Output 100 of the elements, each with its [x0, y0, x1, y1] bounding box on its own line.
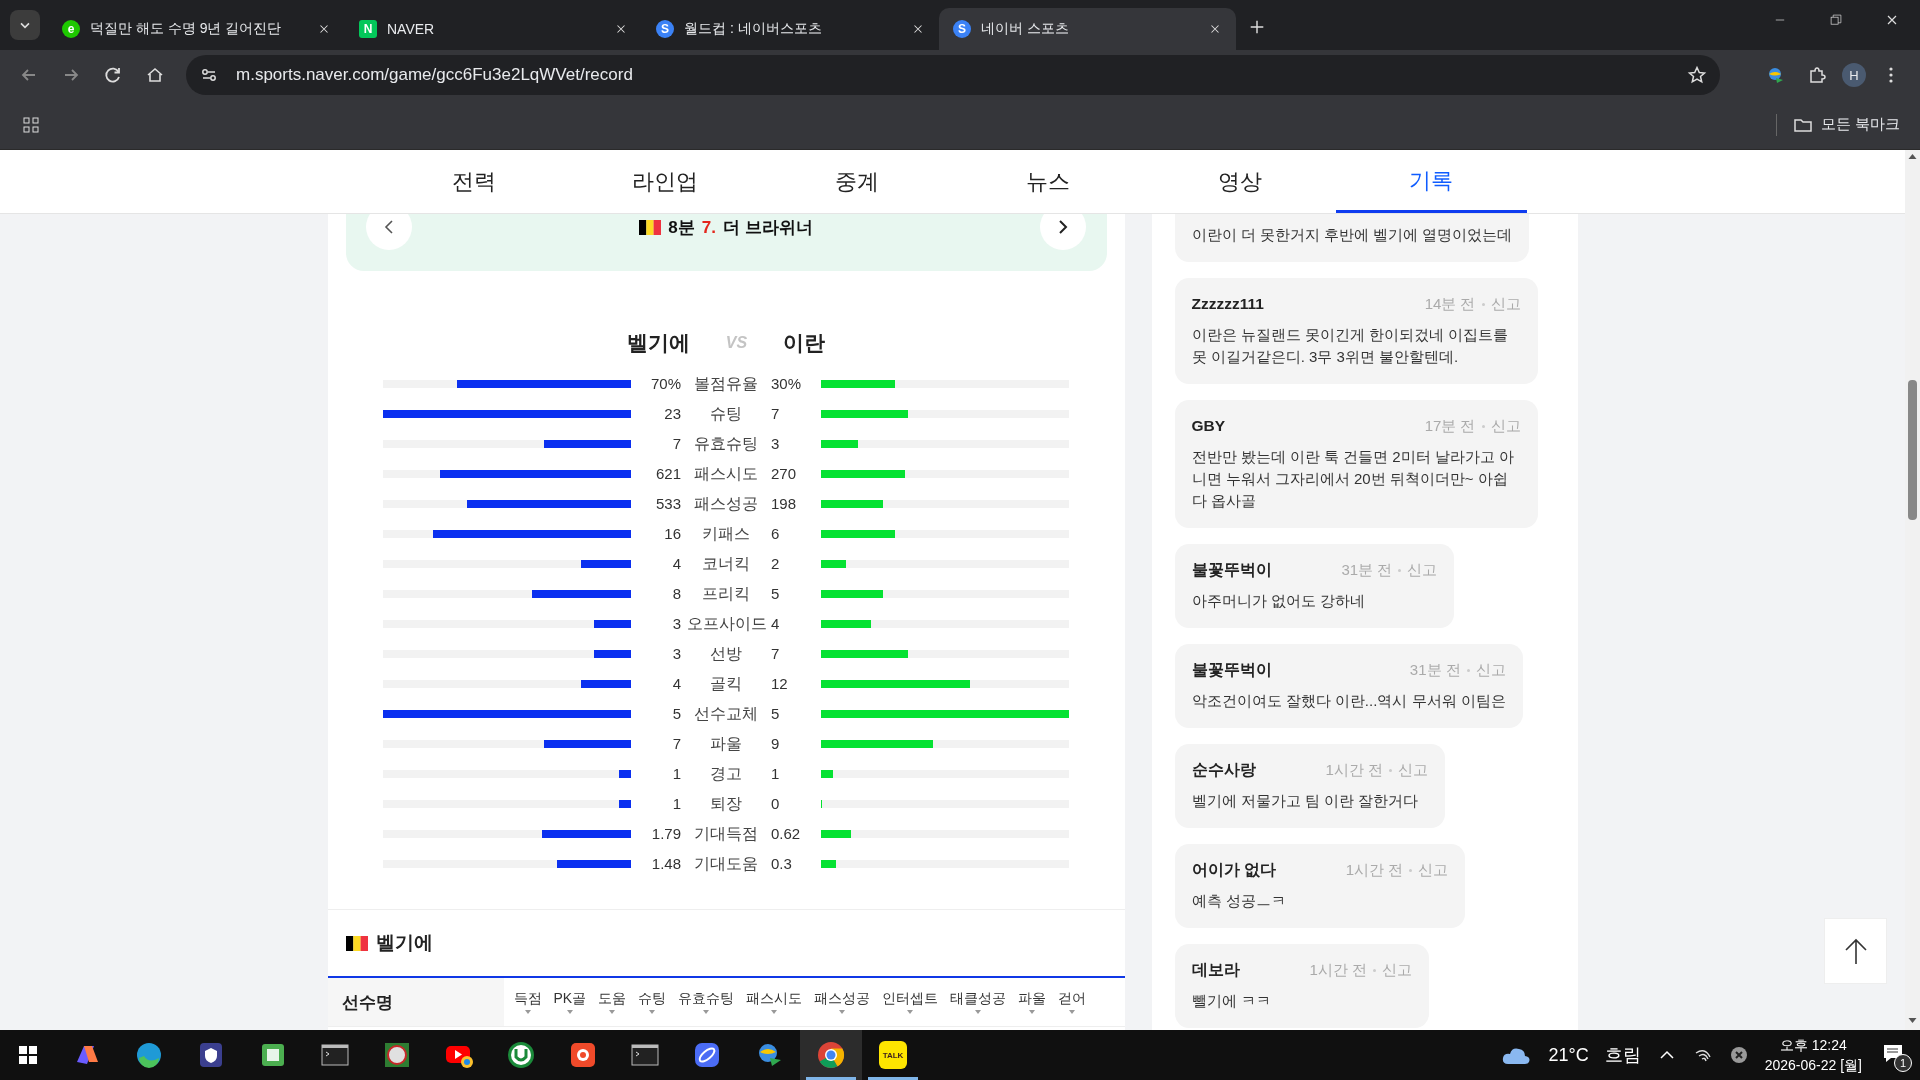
favicon: N: [359, 20, 377, 38]
stat-label: 선방: [709, 644, 743, 664]
home-value: 23: [663, 404, 681, 424]
taskbar-app[interactable]: TALK: [862, 1030, 924, 1080]
clock-date: 2026-06-22 [월]: [1764, 1056, 1862, 1075]
player-name: 더 브라위너: [722, 217, 813, 239]
comment-time: 14분 전: [1424, 294, 1476, 314]
chat-icon: TALK: [879, 1041, 907, 1069]
clock-time: 오후 12:24: [1779, 1036, 1847, 1055]
stat-label: 선수교체: [693, 704, 759, 724]
caret-icon[interactable]: [975, 1010, 982, 1014]
caret-icon[interactable]: [1069, 1010, 1076, 1014]
browser-tab[interactable]: N NAVER: [345, 8, 642, 50]
browser-tab[interactable]: S 네이버 스포츠: [939, 8, 1236, 50]
home-value: 621: [654, 464, 681, 484]
tab-search-button[interactable]: [10, 10, 40, 40]
comment-author: 어이가 없다: [1191, 859, 1276, 880]
home-value: 1: [671, 764, 681, 784]
team-name: 벨기에: [375, 931, 433, 955]
away-value: 2: [771, 554, 781, 574]
nav-tab[interactable]: 중계: [760, 150, 953, 213]
stat-label: 볼점유율: [693, 374, 759, 394]
away-value: 0.62: [771, 824, 802, 844]
browser-icon: [134, 1040, 164, 1070]
versus-label: VS: [725, 334, 748, 352]
caret-icon[interactable]: [524, 1010, 531, 1014]
scroll-to-top-button[interactable]: [1824, 918, 1887, 984]
sort-column-header[interactable]: 걷어: [1058, 990, 1087, 1008]
weather-text: 21°C: [1548, 1044, 1589, 1066]
caret-icon[interactable]: [907, 1010, 914, 1014]
away-value: 6: [771, 524, 781, 544]
comment-time: 1시간 전: [1345, 860, 1404, 880]
sort-column-header[interactable]: 패스시도: [746, 990, 803, 1008]
address-bar[interactable]: m.sports.naver.com/game/gcc6Fu3e2LqWVet/record: [186, 55, 1720, 95]
comment-text: 예측 성공ㅡㅋ: [1191, 891, 1287, 911]
sort-column-header[interactable]: 슈팅: [638, 990, 667, 1008]
browser-tab[interactable]: e 덕질만 해도 수명 9년 길어진단: [48, 8, 345, 50]
windows-icon: [18, 1045, 38, 1065]
home-value: 1: [671, 794, 681, 814]
flag-icon: [345, 935, 368, 951]
caret-icon[interactable]: [1029, 1010, 1036, 1014]
nav-tab[interactable]: 뉴스: [952, 150, 1145, 213]
away-value: 0: [771, 794, 781, 814]
sort-column-header[interactable]: 득점: [513, 990, 542, 1008]
sort-column-header[interactable]: 유효슈팅: [678, 990, 735, 1008]
sort-column-header[interactable]: 파울: [1018, 990, 1047, 1008]
star-icon: [1687, 65, 1707, 85]
comment-text: 뺄기에 ㅋㅋ: [1191, 991, 1272, 1011]
comment-author: Zzzzzz111: [1191, 295, 1264, 313]
caret-icon[interactable]: [839, 1010, 846, 1014]
caret-icon[interactable]: [609, 1010, 616, 1014]
scrollbar[interactable]: [1905, 150, 1920, 1030]
sort-column-header[interactable]: 도움: [598, 990, 627, 1008]
sort-column-header[interactable]: 패스성공: [814, 990, 871, 1008]
caret-icon[interactable]: [566, 1010, 573, 1014]
more-icon: [1889, 67, 1893, 83]
away-value: 9: [771, 734, 781, 754]
stat-label: 기대도움: [693, 854, 759, 874]
comment-author: 데보라: [1191, 959, 1240, 980]
comment-author: GBY: [1191, 417, 1226, 435]
away-value: 7: [771, 644, 781, 664]
stat-label: 코너킥: [701, 554, 751, 574]
nav-tab[interactable]: 전력: [377, 150, 570, 213]
away-value: 270: [771, 464, 798, 484]
stat-label: 파울: [709, 734, 743, 754]
browser-tab[interactable]: S 월드컵 : 네이버스포츠: [642, 8, 939, 50]
comment-text: 이란은 뉴질랜드 못이긴게 한이되겄네 이집트를 못 이길거같은디. 3무 3위면 불안할텐데.: [1191, 325, 1510, 367]
grid-icon: [21, 114, 41, 135]
caret-icon[interactable]: [649, 1010, 656, 1014]
event-minute: 8분: [668, 217, 695, 239]
comment-time: 17분 전: [1424, 416, 1476, 436]
reload-icon: [103, 65, 123, 85]
sort-column-header[interactable]: PK골: [553, 990, 587, 1008]
comment-author: 순수사랑: [1191, 759, 1256, 780]
caret-icon[interactable]: [703, 1010, 710, 1014]
away-value: 198: [771, 494, 798, 514]
comment-text: 아주머니가 없어도 강하네: [1191, 591, 1366, 611]
stat-label: 경고: [709, 764, 743, 784]
home-value: 16: [663, 524, 681, 544]
taskbar-app[interactable]: [800, 1030, 862, 1080]
home-value: 70%: [649, 374, 681, 394]
nav-tab[interactable]: 라인업: [569, 150, 761, 213]
nav-tab[interactable]: 영상: [1144, 150, 1336, 213]
sort-column-header[interactable]: 인터셉트: [882, 990, 939, 1008]
stat-label: 오프사이드: [687, 614, 765, 634]
away-value: 4: [771, 614, 781, 634]
all-bookmarks-button[interactable]: 모든 북마크: [1775, 113, 1906, 136]
home-value: 7: [671, 734, 681, 754]
home-team: 벨기에: [626, 330, 690, 356]
home-value: 4: [671, 674, 681, 694]
stat-label: 패스성공: [693, 494, 759, 514]
profile-avatar[interactable]: H: [1842, 63, 1866, 87]
url-text: m.sports.naver.com/game/gcc6Fu3e2LqWVet/record: [236, 65, 634, 85]
next-button[interactable]: [1040, 214, 1087, 250]
caret-icon[interactable]: [771, 1010, 778, 1014]
comment-time: 1시간 전: [1309, 960, 1367, 980]
close-circle-icon: [1728, 1045, 1749, 1065]
stat-label: 프리킥: [701, 584, 751, 604]
sort-column-header[interactable]: 태클성공: [950, 990, 1007, 1008]
torrent-icon: [506, 1040, 536, 1070]
